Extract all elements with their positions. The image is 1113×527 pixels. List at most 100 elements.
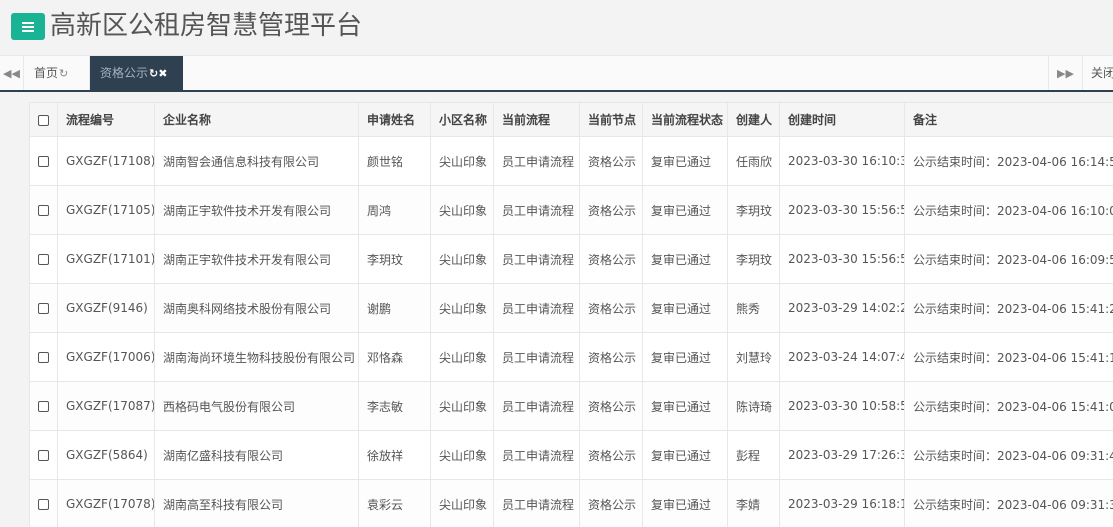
table-cell: 员工申请流程	[493, 185, 580, 235]
column-header[interactable]: 当前流程	[493, 102, 580, 137]
table-cell: 2023-03-30 15:56:59	[779, 234, 905, 284]
column-header[interactable]: 小区名称	[430, 102, 494, 137]
row-checkbox[interactable]	[38, 254, 49, 265]
table-cell: 员工申请流程	[493, 381, 580, 431]
column-header[interactable]: 创建时间	[779, 102, 905, 137]
table-cell: 员工申请流程	[493, 234, 580, 284]
tab-qualification-notice[interactable]: 资格公示↻✖	[90, 56, 183, 90]
table-cell: 复审已通过	[642, 430, 728, 480]
table-cell: 周鸿	[358, 185, 431, 235]
table-cell: 湖南智会通信息科技有限公司	[154, 136, 359, 186]
tab-home[interactable]: 首页↻	[24, 56, 90, 90]
table-cell: 员工申请流程	[493, 479, 580, 527]
table-cell: 资格公示	[579, 479, 643, 527]
row-checkbox[interactable]	[38, 499, 49, 510]
table-cell: 尖山印象	[430, 430, 494, 480]
refresh-icon[interactable]: ↻	[149, 67, 158, 80]
table-cell: 员工申请流程	[493, 430, 580, 480]
column-header[interactable]: 申请姓名	[358, 102, 431, 137]
table-row[interactable]: GXGZF(17108) 湖南智会通信息科技有限公司 颜世铭 尖山印象 员工申请流程 资格…	[29, 136, 1113, 186]
table-cell: 资格公示	[579, 136, 643, 186]
table-cell: 复审已通过	[642, 283, 728, 333]
tab-scroll-right-button[interactable]: ▶▶	[1048, 56, 1082, 90]
table-cell: 李玥玟	[727, 185, 780, 235]
table-cell: GXGZF(5864)	[57, 430, 155, 480]
double-right-icon: ▶▶	[1057, 66, 1074, 80]
table-cell: 李志敏	[358, 381, 431, 431]
row-checkbox-cell	[29, 381, 58, 431]
table-cell: 2023-03-30 16:10:30	[779, 136, 905, 186]
table-cell: 任雨欣	[727, 136, 780, 186]
row-checkbox[interactable]	[38, 401, 49, 412]
table-row[interactable]: GXGZF(17087) 西格码电气股份有限公司 李志敏 尖山印象 员工申请流程 资格公示…	[29, 381, 1113, 431]
column-header[interactable]: 流程编号	[57, 102, 155, 137]
select-all-checkbox[interactable]	[38, 114, 49, 126]
table-cell: 徐放祥	[358, 430, 431, 480]
tab-label: 资格公示	[100, 66, 149, 80]
tab-scroll-left-button[interactable]: ◀◀	[0, 56, 24, 90]
row-checkbox-cell	[29, 479, 58, 527]
table-cell: 熊秀	[727, 283, 780, 333]
table-body: GXGZF(17108) 湖南智会通信息科技有限公司 颜世铭 尖山印象 员工申请流程 资格…	[29, 136, 1113, 527]
table-cell: 复审已通过	[642, 381, 728, 431]
table-cell: 员工申请流程	[493, 136, 580, 186]
table-cell: 李玥玟	[358, 234, 431, 284]
table-cell: 袁彩云	[358, 479, 431, 527]
table-cell: 资格公示	[579, 283, 643, 333]
table-cell: GXGZF(17006)	[57, 332, 155, 382]
table-container: 流程编号 企业名称 申请姓名 小区名称 当前流程 当前节点 当前流程状态 创建人…	[29, 102, 1113, 527]
table-cell: 2023-03-30 15:56:59	[779, 185, 905, 235]
table-cell: 复审已通过	[642, 136, 728, 186]
table-cell: 公示结束时间：2023-04-06 15:41:11	[904, 332, 1113, 382]
top-header: 高新区公租房智慧管理平台	[0, 0, 1113, 56]
close-icon[interactable]: ✖	[158, 67, 167, 80]
table-cell: 资格公示	[579, 430, 643, 480]
table-cell: GXGZF(17108)	[57, 136, 155, 186]
table-cell: 2023-03-24 14:07:47	[779, 332, 905, 382]
table-row[interactable]: GXGZF(17078) 湖南高至科技有限公司 袁彩云 尖山印象 员工申请流程 资格公示复…	[29, 479, 1113, 527]
column-header[interactable]: 当前流程状态	[642, 102, 728, 137]
table-cell: 资格公示	[579, 234, 643, 284]
table-cell: 复审已通过	[642, 234, 728, 284]
table-cell: 公示结束时间：2023-04-06 15:41:01	[904, 381, 1113, 431]
table-cell: 湖南高至科技有限公司	[154, 479, 359, 527]
row-checkbox[interactable]	[38, 156, 49, 167]
table-cell: 湖南正宇软件技术开发有限公司	[154, 234, 359, 284]
main-content: 流程编号 企业名称 申请姓名 小区名称 当前流程 当前节点 当前流程状态 创建人…	[0, 92, 1113, 527]
row-checkbox-cell	[29, 332, 58, 382]
row-checkbox[interactable]	[38, 450, 49, 461]
row-checkbox[interactable]	[38, 303, 49, 314]
double-left-icon: ◀◀	[3, 66, 20, 80]
table-cell: 尖山印象	[430, 185, 494, 235]
row-checkbox[interactable]	[38, 205, 49, 216]
column-header[interactable]: 企业名称	[154, 102, 359, 137]
table-cell: 员工申请流程	[493, 283, 580, 333]
table-cell: GXGZF(17105)	[57, 185, 155, 235]
column-header[interactable]: 当前节点	[579, 102, 643, 137]
select-all-checkbox-cell	[29, 102, 58, 137]
table-row[interactable]: GXGZF(17006) 湖南海尚环境生物科技股份有限公司 邓恪森 尖山印象 员工申请流…	[29, 332, 1113, 382]
table-cell: 邓恪森	[358, 332, 431, 382]
close-tabs-button[interactable]: 关闭操作	[1082, 56, 1113, 90]
table-row[interactable]: GXGZF(17101) 湖南正宇软件技术开发有限公司 李玥玟 尖山印象 员工申请流程资…	[29, 234, 1113, 284]
tab-bar: ◀◀ 首页↻ 资格公示↻✖ ▶▶ 关闭操作	[0, 56, 1113, 92]
row-checkbox-cell	[29, 234, 58, 284]
refresh-icon[interactable]: ↻	[59, 67, 68, 80]
column-header[interactable]: 创建人	[727, 102, 780, 137]
table-cell: 湖南海尚环境生物科技股份有限公司	[154, 332, 359, 382]
table-header-row: 流程编号 企业名称 申请姓名 小区名称 当前流程 当前节点 当前流程状态 创建人…	[29, 102, 1113, 137]
data-table: 流程编号 企业名称 申请姓名 小区名称 当前流程 当前节点 当前流程状态 创建人…	[29, 102, 1113, 527]
table-cell: 谢鹏	[358, 283, 431, 333]
row-checkbox[interactable]	[38, 352, 49, 363]
table-row[interactable]: GXGZF(17105) 湖南正宇软件技术开发有限公司 周鸿 尖山印象 员工申请流程 资格…	[29, 185, 1113, 235]
table-cell: 公示结束时间：2023-04-06 09:31:49	[904, 430, 1113, 480]
row-checkbox-cell	[29, 185, 58, 235]
menu-toggle-button[interactable]	[11, 13, 45, 40]
table-cell: 2023-03-29 17:26:38	[779, 430, 905, 480]
table-row[interactable]: GXGZF(9146) 湖南奥科网络技术股份有限公司 谢鹏 尖山印象 员工申请流程 资格公…	[29, 283, 1113, 333]
table-cell: 公示结束时间：2023-04-06 09:31:34	[904, 479, 1113, 527]
column-header[interactable]: 备注	[904, 102, 1113, 137]
table-row[interactable]: GXGZF(5864) 湖南亿盛科技有限公司 徐放祥 尖山印象 员工申请流程 资格公示 复审…	[29, 430, 1113, 480]
table-cell: 公示结束时间：2023-04-06 16:09:56	[904, 234, 1113, 284]
row-checkbox-cell	[29, 283, 58, 333]
